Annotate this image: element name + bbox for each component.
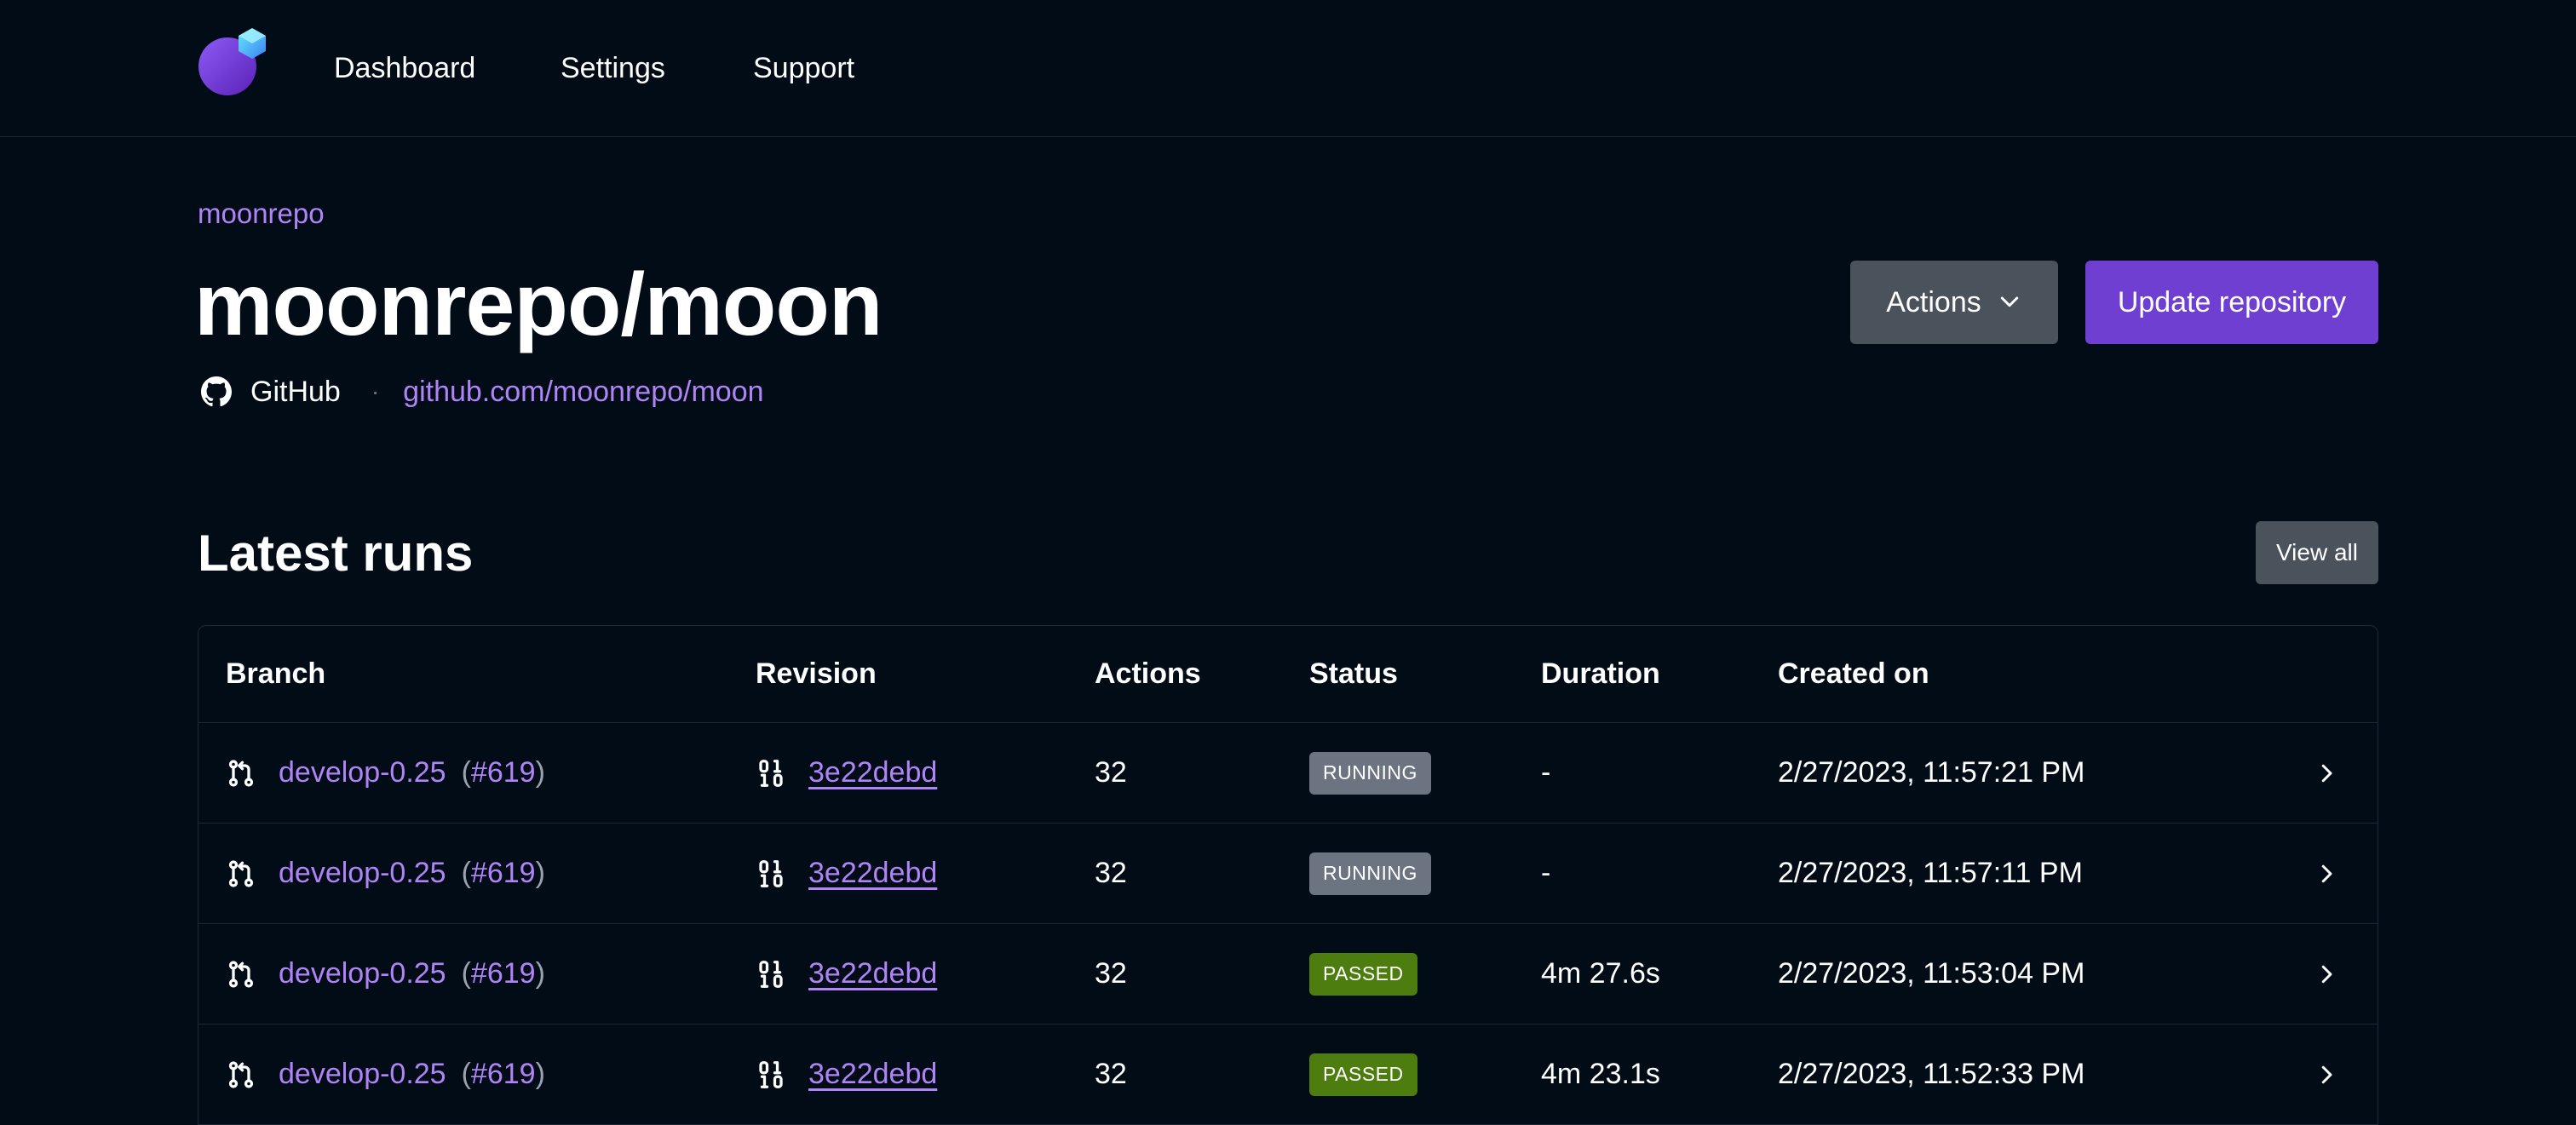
actions-count: 32 bbox=[1095, 857, 1127, 889]
status-badge: PASSED bbox=[1309, 952, 1417, 996]
nav-dashboard-link[interactable]: Dashboard bbox=[334, 48, 475, 89]
column-header-created-on: Created on bbox=[1778, 657, 1929, 690]
open-run-button[interactable] bbox=[2309, 824, 2343, 923]
revision-cell: 3e22debd bbox=[756, 924, 937, 1024]
update-repository-button[interactable]: Update repository bbox=[2085, 261, 2378, 344]
pull-request-number[interactable]: (#619) bbox=[462, 957, 545, 990]
branch-cell: develop-0.25 (#619) bbox=[226, 723, 545, 823]
status-cell: PASSED bbox=[1309, 924, 1417, 1024]
branch-cell: develop-0.25 (#619) bbox=[226, 824, 545, 923]
git-pull-request-icon bbox=[228, 960, 254, 988]
revision-link[interactable]: 3e22debd bbox=[808, 857, 937, 890]
branch-cell: develop-0.25 (#619) bbox=[226, 924, 545, 1024]
nav-support-link[interactable]: Support bbox=[753, 48, 854, 89]
branch-cell: develop-0.25 (#619) bbox=[226, 1025, 545, 1124]
git-pull-request-icon bbox=[228, 759, 254, 787]
chevron-down-icon bbox=[2000, 296, 2018, 307]
status-badge: RUNNING bbox=[1309, 751, 1431, 795]
branch-link[interactable]: develop-0.25 bbox=[279, 857, 446, 890]
revision-link[interactable]: 3e22debd bbox=[808, 1058, 937, 1091]
binary-icon bbox=[759, 960, 783, 988]
created-on-value: 2/27/2023, 11:53:04 PM bbox=[1778, 957, 2085, 990]
view-all-button[interactable]: View all bbox=[2256, 521, 2378, 584]
branch-link[interactable]: develop-0.25 bbox=[279, 957, 446, 990]
column-header-duration: Duration bbox=[1541, 657, 1660, 690]
separator-dot: · bbox=[371, 378, 380, 405]
column-header-revision: Revision bbox=[756, 657, 877, 690]
table-row[interactable]: develop-0.25 (#619) 3e22debd 32 PASSED 4… bbox=[198, 924, 2378, 1025]
actions-button-label: Actions bbox=[1886, 285, 1981, 319]
actions-count: 32 bbox=[1095, 756, 1127, 789]
pr-number-text: #619 bbox=[470, 756, 536, 789]
created-on-value: 2/27/2023, 11:52:33 PM bbox=[1778, 1058, 2085, 1090]
column-header-actions: Actions bbox=[1095, 657, 1201, 690]
chevron-right-icon bbox=[2321, 1065, 2332, 1083]
runs-table: Branch Revision Actions Status Duration … bbox=[198, 625, 2378, 1125]
binary-icon bbox=[759, 859, 783, 887]
git-pull-request-icon bbox=[228, 1060, 254, 1088]
chevron-right-icon bbox=[2321, 864, 2332, 882]
actions-count: 32 bbox=[1095, 957, 1127, 990]
page-title: moonrepo/moon bbox=[194, 255, 883, 354]
latest-runs-heading: Latest runs bbox=[198, 525, 474, 582]
branch-link[interactable]: develop-0.25 bbox=[279, 1058, 446, 1091]
git-pull-request-icon bbox=[228, 859, 254, 887]
duration-value: 4m 23.1s bbox=[1541, 1058, 1660, 1090]
pr-number-text: #619 bbox=[470, 1058, 536, 1090]
revision-cell: 3e22debd bbox=[756, 824, 937, 923]
created-on-value: 2/27/2023, 11:57:21 PM bbox=[1778, 756, 2085, 789]
table-row[interactable]: develop-0.25 (#619) 3e22debd 32 PASSED 4… bbox=[198, 1025, 2378, 1125]
status-badge: RUNNING bbox=[1309, 852, 1431, 895]
status-badge: PASSED bbox=[1309, 1053, 1417, 1096]
table-row[interactable]: develop-0.25 (#619) 3e22debd 32 RUNNING … bbox=[198, 723, 2378, 824]
moon-logo-icon[interactable] bbox=[198, 26, 267, 96]
branch-link[interactable]: develop-0.25 bbox=[279, 756, 446, 789]
open-run-button[interactable] bbox=[2309, 924, 2343, 1024]
status-cell: PASSED bbox=[1309, 1025, 1417, 1124]
update-button-label: Update repository bbox=[2117, 285, 2347, 319]
revision-cell: 3e22debd bbox=[756, 1025, 937, 1124]
table-row[interactable]: develop-0.25 (#619) 3e22debd 32 RUNNING … bbox=[198, 824, 2378, 924]
table-header-row: Branch Revision Actions Status Duration … bbox=[198, 626, 2378, 723]
open-run-button[interactable] bbox=[2309, 723, 2343, 823]
provider-name: GitHub bbox=[250, 375, 341, 408]
pr-number-text: #619 bbox=[470, 957, 536, 990]
open-run-button[interactable] bbox=[2309, 1025, 2343, 1124]
pull-request-number[interactable]: (#619) bbox=[462, 857, 545, 890]
binary-icon bbox=[759, 1060, 783, 1088]
chevron-right-icon bbox=[2321, 965, 2332, 983]
duration-value: - bbox=[1541, 756, 1551, 789]
created-on-value: 2/27/2023, 11:57:11 PM bbox=[1778, 857, 2083, 889]
pr-number-text: #619 bbox=[470, 857, 536, 889]
chevron-right-icon bbox=[2321, 764, 2332, 782]
revision-link[interactable]: 3e22debd bbox=[808, 957, 937, 990]
column-header-branch: Branch bbox=[226, 657, 326, 690]
actions-dropdown-button[interactable]: Actions bbox=[1850, 261, 2058, 344]
pull-request-number[interactable]: (#619) bbox=[462, 756, 545, 789]
repo-provider-row: GitHub · github.com/moonrepo/moon bbox=[201, 371, 764, 412]
pull-request-number[interactable]: (#619) bbox=[462, 1058, 545, 1091]
binary-icon bbox=[759, 759, 783, 787]
revision-link[interactable]: 3e22debd bbox=[808, 756, 937, 789]
org-breadcrumb-link[interactable]: moonrepo bbox=[198, 194, 325, 233]
duration-value: 4m 27.6s bbox=[1541, 957, 1660, 990]
status-cell: RUNNING bbox=[1309, 723, 1431, 823]
status-cell: RUNNING bbox=[1309, 824, 1431, 923]
view-all-label: View all bbox=[2276, 539, 2358, 565]
column-header-status: Status bbox=[1309, 657, 1398, 690]
top-navigation: Dashboard Settings Support bbox=[0, 0, 2576, 137]
actions-count: 32 bbox=[1095, 1058, 1127, 1090]
revision-cell: 3e22debd bbox=[756, 723, 937, 823]
repo-url-link[interactable]: github.com/moonrepo/moon bbox=[403, 376, 763, 409]
duration-value: - bbox=[1541, 857, 1551, 889]
github-icon bbox=[201, 376, 232, 407]
nav-settings-link[interactable]: Settings bbox=[561, 48, 665, 89]
